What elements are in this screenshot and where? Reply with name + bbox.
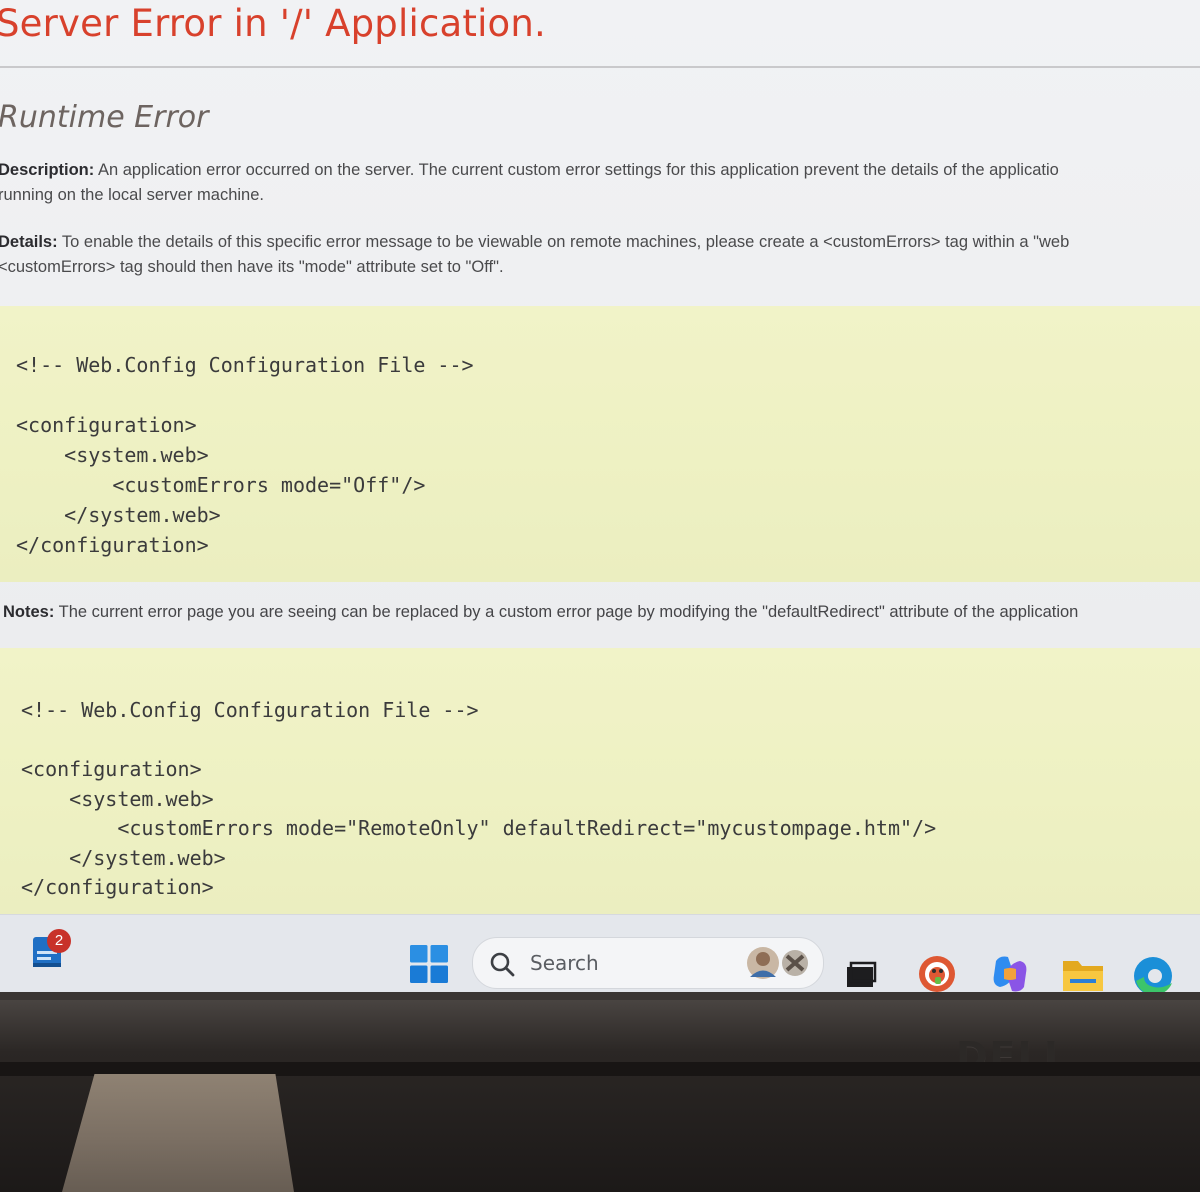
laptop-hinge <box>62 1074 294 1192</box>
description-text-line1: An application error occurred on the ser… <box>94 161 1059 179</box>
notification-badge: 2 <box>47 929 71 953</box>
taskbar-search[interactable]: Search <box>472 937 824 989</box>
search-icon <box>490 952 515 977</box>
notes-paragraph: Notes: The current error page you are se… <box>3 600 1200 625</box>
error-subtitle: Runtime Error <box>0 100 209 135</box>
bezel-edge <box>0 992 1200 1000</box>
code-text-off: <!-- Web.Config Configuration File --> <… <box>16 353 474 557</box>
start-icon[interactable] <box>410 945 448 983</box>
notes-text: The current error page you are seeing ca… <box>54 603 1079 621</box>
title-divider <box>0 66 1200 68</box>
description-label: Description: <box>0 161 95 179</box>
edge-icon[interactable] <box>1132 955 1174 992</box>
details-label: Details: <box>0 233 58 251</box>
details-text-line2: <customErrors> tag should then have its … <box>0 258 504 276</box>
hinge-shadow <box>0 1062 1200 1076</box>
laptop-bezel: DELL <box>0 992 1200 1192</box>
search-label: Search <box>530 951 599 975</box>
copilot-icon[interactable] <box>990 955 1030 992</box>
details-paragraph: Details: To enable the details of this s… <box>0 230 1200 280</box>
notes-label: Notes: <box>3 603 55 621</box>
browser-viewport: Server Error in '/' Application. Runtime… <box>0 0 1200 992</box>
code-text-remoteonly: <!-- Web.Config Configuration File --> <… <box>21 698 937 899</box>
description-paragraph: Description: An application error occurr… <box>0 158 1200 208</box>
description-text-line2: running on the local server machine. <box>0 186 264 204</box>
code-block-off: <!-- Web.Config Configuration File --> <… <box>0 306 1200 582</box>
duckduckgo-icon[interactable] <box>918 955 956 992</box>
details-text-line1: To enable the details of this specific e… <box>57 233 1070 251</box>
search-highlight-icon <box>747 947 808 979</box>
page-title: Server Error in '/' Application. <box>0 2 546 45</box>
task-view-icon[interactable] <box>845 961 877 989</box>
taskbar: 2 Search <box>0 914 1200 992</box>
file-explorer-icon[interactable] <box>1062 957 1104 992</box>
code-block-remoteonly: <!-- Web.Config Configuration File --> <… <box>0 648 1200 914</box>
